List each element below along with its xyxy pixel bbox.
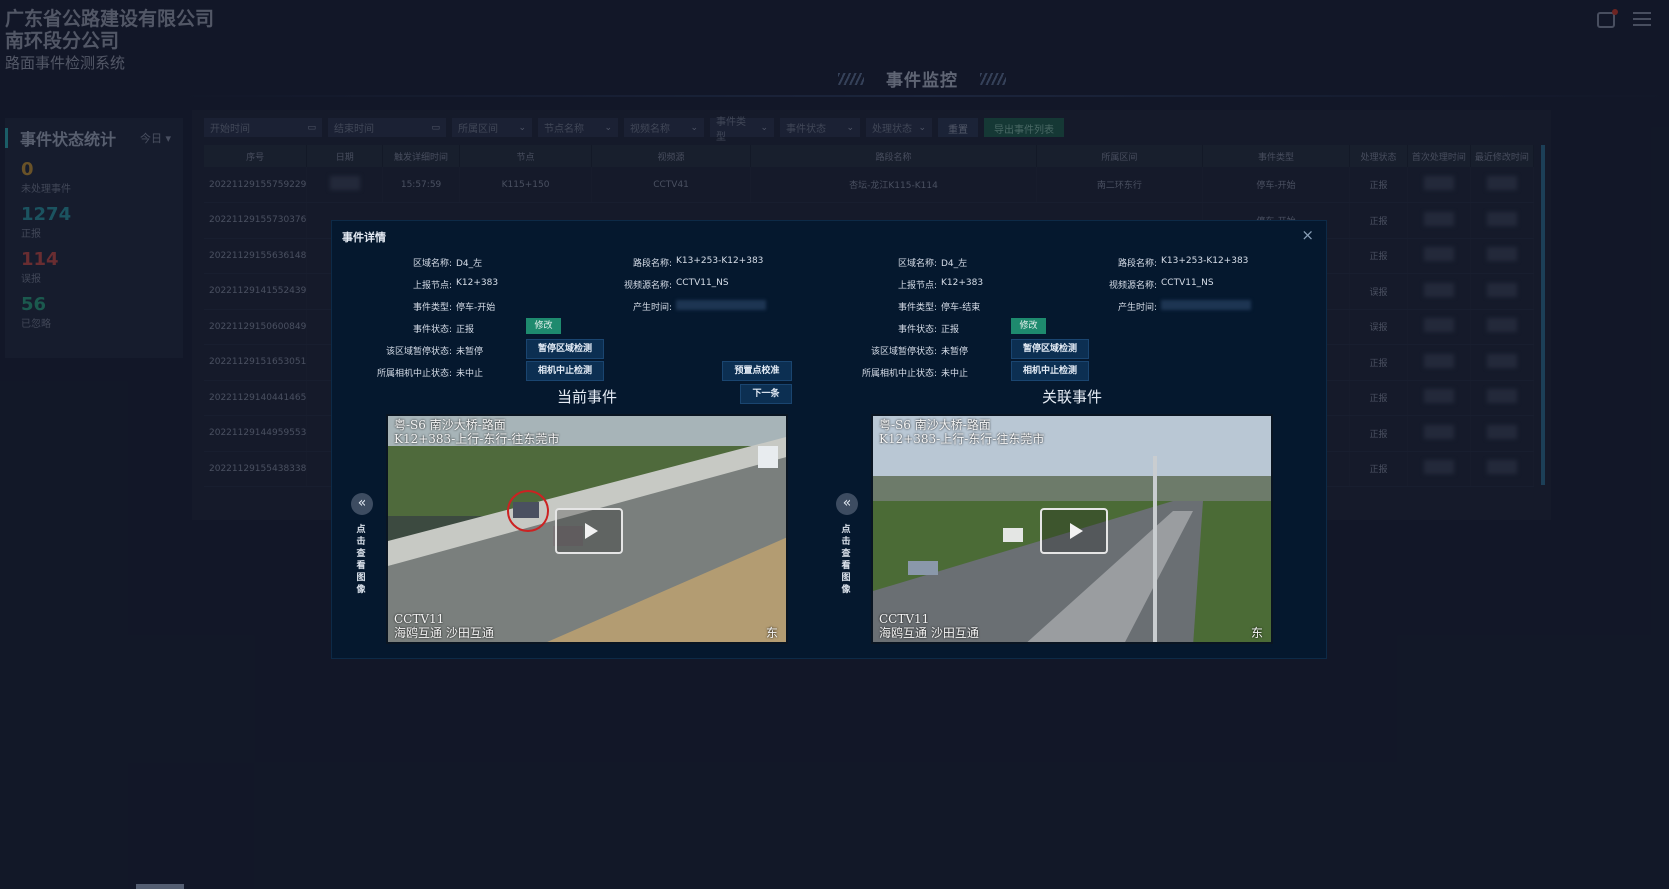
field-value: 正报 — [456, 325, 475, 335]
related-event-video[interactable]: 粤-S6 南沙大桥-路面 K12+383-上行-东行-往东莞市 CCTV11 海… — [871, 414, 1273, 644]
field-camera: 所属相机中止状态: 未中止 — [332, 366, 483, 379]
field-type: 事件类型: 停车-结束 — [817, 300, 980, 313]
edit-button[interactable]: 修改 — [1011, 318, 1046, 334]
pause-detection-button[interactable]: 暂停区域检测 — [526, 339, 604, 359]
preset-calibration-button[interactable]: 预置点校准 — [722, 361, 792, 381]
play-icon[interactable] — [555, 508, 623, 554]
field-label: 区域名称: — [897, 259, 937, 269]
current-event-panel: 区域名称: D4_左 路段名称: K13+253-K12+383 上报节点: K12+… — [332, 221, 812, 660]
edit-button[interactable]: 修改 — [526, 318, 561, 334]
field-camera: 所属相机中止状态: 未中止 — [817, 366, 968, 379]
field-value: 未中止 — [941, 369, 969, 379]
field-value: K13+253-K12+383 — [676, 256, 764, 266]
stop-camera-button[interactable]: 相机中止检测 — [1011, 361, 1089, 381]
current-event-video[interactable]: 粤-S6 南沙大桥-路面 K12+383-上行-东行-往东莞市 CCTV11 海… — [386, 414, 788, 644]
field-node: 上报节点: K12+383 — [332, 278, 498, 291]
field-label: 事件类型: — [897, 303, 937, 313]
field-label: 产生时间: — [1117, 303, 1157, 313]
field-label: 区域名称: — [412, 259, 452, 269]
field-label: 上报节点: — [897, 281, 937, 291]
field-pause: 该区域暂停状态: 未暂停 — [332, 344, 483, 357]
field-label: 该区域暂停状态: — [870, 347, 937, 357]
view-image-link[interactable]: 点击查看图像 — [838, 524, 854, 596]
video-overlay-location: 海鸥互通 沙田互通 — [394, 626, 494, 640]
next-button[interactable]: 下一条 — [740, 384, 792, 404]
chevron-left-icon[interactable]: « — [351, 493, 373, 515]
field-value: 停车-开始 — [456, 303, 496, 313]
field-video: 视频源名称: CCTV11_NS — [1057, 278, 1214, 291]
video-overlay-line1: 粤-S6 南沙大桥-路面 — [879, 418, 991, 432]
stop-camera-button[interactable]: 相机中止检测 — [526, 361, 604, 381]
event-detail-modal: 事件详情 × 区域名称: D4_左 路段名称: K13+253-K12+383 上报… — [331, 220, 1327, 659]
field-value — [672, 300, 766, 313]
field-value — [1157, 300, 1251, 313]
video-overlay-direction: 东 — [1251, 626, 1264, 640]
field-video: 视频源名称: CCTV11_NS — [572, 278, 729, 291]
field-area: 区域名称: D4_左 — [332, 256, 482, 269]
field-label: 视频源名称: — [1108, 281, 1157, 291]
field-value: 停车-结束 — [941, 303, 981, 313]
field-label: 上报节点: — [412, 281, 452, 291]
field-pause: 该区域暂停状态: 未暂停 — [817, 344, 968, 357]
field-label: 所属相机中止状态: — [861, 369, 937, 379]
field-label: 视频源名称: — [623, 281, 672, 291]
field-label: 事件类型: — [412, 303, 452, 313]
pause-detection-button[interactable]: 暂停区域检测 — [1011, 339, 1089, 359]
field-area: 区域名称: D4_左 — [817, 256, 967, 269]
bottom-scroll-handle[interactable] — [136, 884, 184, 889]
field-status: 事件状态: 正报 — [332, 322, 474, 335]
field-node: 上报节点: K12+383 — [817, 278, 983, 291]
field-value: CCTV11_NS — [1161, 278, 1214, 288]
field-label: 所属相机中止状态: — [376, 369, 452, 379]
field-label: 事件状态: — [412, 325, 452, 335]
video-overlay-camera: CCTV11 — [879, 612, 930, 626]
chevron-left-icon[interactable]: « — [836, 493, 858, 515]
redacted-time — [1161, 300, 1251, 310]
field-label: 路段名称: — [1117, 259, 1157, 269]
related-event-heading: 关联事件 — [1042, 388, 1103, 406]
field-value: CCTV11_NS — [676, 278, 729, 288]
field-label: 产生时间: — [632, 303, 672, 313]
related-event-panel: 区域名称: D4_左 路段名称: K13+253-K12+383 上报节点: K12+… — [817, 221, 1297, 660]
field-value: 正报 — [941, 325, 960, 335]
video-overlay-line2: K12+383-上行-东行-往东莞市 — [879, 432, 1045, 446]
field-label: 事件状态: — [897, 325, 937, 335]
field-road: 路段名称: K13+253-K12+383 — [1057, 256, 1248, 269]
video-overlay-line1: 粤-S6 南沙大桥-路面 — [394, 418, 506, 432]
video-overlay-camera: CCTV11 — [394, 612, 445, 626]
field-road: 路段名称: K13+253-K12+383 — [572, 256, 763, 269]
field-status: 事件状态: 正报 — [817, 322, 959, 335]
current-event-heading: 当前事件 — [557, 388, 618, 406]
field-value: 未暂停 — [941, 347, 969, 357]
field-value: D4_左 — [456, 259, 483, 269]
field-value: K12+383 — [941, 278, 984, 288]
redacted-time — [676, 300, 766, 310]
play-icon[interactable] — [1040, 508, 1108, 554]
video-overlay-location: 海鸥互通 沙田互通 — [879, 626, 979, 640]
field-value: 未中止 — [456, 369, 484, 379]
close-icon[interactable]: × — [1301, 226, 1314, 244]
video-overlay-line2: K12+383-上行-东行-往东莞市 — [394, 432, 560, 446]
field-label: 路段名称: — [632, 259, 672, 269]
field-time: 产生时间: — [572, 300, 766, 313]
field-value: K13+253-K12+383 — [1161, 256, 1249, 266]
field-type: 事件类型: 停车-开始 — [332, 300, 495, 313]
video-overlay-direction: 东 — [766, 626, 779, 640]
field-value: K12+383 — [456, 278, 499, 288]
field-value: D4_左 — [941, 259, 968, 269]
field-label: 该区域暂停状态: — [385, 347, 452, 357]
field-time: 产生时间: — [1057, 300, 1251, 313]
view-image-link[interactable]: 点击查看图像 — [353, 524, 369, 596]
field-value: 未暂停 — [456, 347, 484, 357]
